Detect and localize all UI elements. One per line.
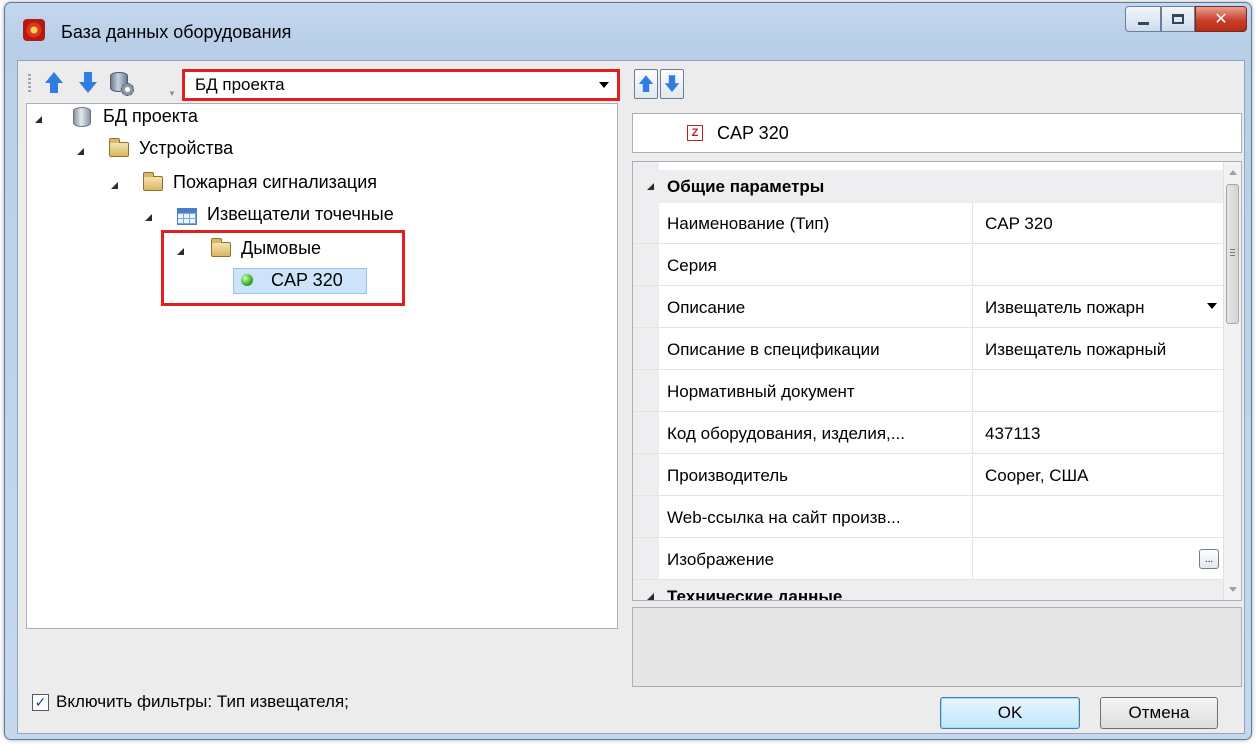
ok-button[interactable]: OK xyxy=(940,697,1080,729)
tree-node-fire-alarm[interactable]: Пожарная сигнализация xyxy=(27,170,587,196)
category-technical[interactable]: Технические данные xyxy=(633,580,1223,601)
filter-bar: ✓ Включить фильтры: Тип извещателя; xyxy=(22,677,622,731)
toolbar-grip[interactable] xyxy=(28,74,31,94)
move-up-button[interactable] xyxy=(40,69,68,97)
database-select-value: БД проекта xyxy=(195,75,285,94)
property-name: Код оборудования, изделия,... xyxy=(667,413,973,454)
arrow-down-icon xyxy=(664,75,680,93)
dialog-client-area: ▼ БД проекта БД проекта Устройства Пожар… xyxy=(17,60,1245,734)
expand-arrow-icon[interactable] xyxy=(647,593,654,600)
arrow-up-icon xyxy=(638,75,654,93)
property-row[interactable]: Код оборудования, изделия,... 437113 xyxy=(633,413,1223,454)
browse-image-button[interactable]: ... xyxy=(1199,549,1219,569)
equipment-database-window: База данных оборудования ✕ ▼ БД проекта … xyxy=(4,2,1252,740)
property-row[interactable]: Описание Извещатель пожарн xyxy=(633,287,1223,328)
category-general[interactable]: Общие параметры xyxy=(633,170,1223,203)
enable-filters-label[interactable]: Включить фильтры: Тип извещателя; xyxy=(56,692,349,712)
property-up-button[interactable] xyxy=(634,69,658,99)
tree-node-devices[interactable]: Устройства xyxy=(27,136,587,162)
property-value[interactable] xyxy=(985,539,1223,580)
property-name: Наименование (Тип) xyxy=(667,203,973,244)
property-value[interactable] xyxy=(985,371,1223,412)
database-settings-button[interactable] xyxy=(108,69,136,97)
close-icon: ✕ xyxy=(1214,11,1228,28)
enable-filters-checkbox[interactable]: ✓ xyxy=(32,694,49,711)
arrow-down-icon xyxy=(79,72,97,94)
database-gear-icon xyxy=(110,70,134,96)
scroll-down-icon[interactable] xyxy=(1229,587,1237,592)
scroll-thumb[interactable] xyxy=(1226,184,1239,324)
minimize-icon xyxy=(1137,21,1149,25)
property-row[interactable]: Нормативный документ xyxy=(633,371,1223,412)
property-row[interactable]: Изображение ... xyxy=(633,539,1223,580)
maximize-button[interactable] xyxy=(1161,6,1195,32)
property-name: Нормативный документ xyxy=(667,371,973,412)
tree-node-point-detectors[interactable]: Извещатели точечные xyxy=(27,202,587,228)
property-row[interactable]: Серия xyxy=(633,245,1223,286)
arrow-up-icon xyxy=(45,72,63,94)
property-row[interactable]: Web-ссылка на сайт произв... xyxy=(633,497,1223,538)
category-title: Общие параметры xyxy=(667,177,825,196)
property-down-button[interactable] xyxy=(660,69,684,99)
category-title: Технические данные xyxy=(667,587,843,601)
grip-icon xyxy=(1230,249,1235,256)
property-name: Производитель xyxy=(667,455,973,496)
property-value[interactable]: Извещатель пожарн xyxy=(985,287,1223,328)
tree-node-label: Извещатели точечные xyxy=(207,204,394,224)
property-name: Web-ссылка на сайт произв... xyxy=(667,497,973,538)
property-name: Описание xyxy=(667,287,973,328)
fire-alarm-app-icon xyxy=(23,19,45,41)
dropdown-arrow-icon[interactable] xyxy=(1207,303,1217,309)
maximize-icon xyxy=(1172,14,1184,24)
left-toolbar: ▼ БД проекта xyxy=(22,65,622,101)
property-name: Изображение xyxy=(667,539,973,580)
highlight-box xyxy=(161,230,405,306)
property-value[interactable] xyxy=(985,497,1223,538)
tree-node-label: Пожарная сигнализация xyxy=(173,172,378,192)
equipment-tree[interactable]: БД проекта Устройства Пожарная сигнализа… xyxy=(26,103,618,629)
database-select[interactable]: БД проекта xyxy=(182,69,620,101)
property-name: Описание в спецификации xyxy=(667,329,973,370)
minimize-button[interactable] xyxy=(1125,6,1161,32)
cancel-button[interactable]: Отмена xyxy=(1100,697,1218,729)
move-down-button[interactable] xyxy=(74,69,102,97)
right-toolbar xyxy=(634,69,694,99)
property-value[interactable]: CAP 320 xyxy=(985,203,1223,244)
selected-item-title: CAP 320 xyxy=(717,123,789,143)
checkmark-icon: ✓ xyxy=(34,694,47,710)
property-grid-scrollbar[interactable] xyxy=(1223,162,1241,600)
tree-node-label: Устройства xyxy=(139,138,234,158)
title-bar[interactable]: База данных оборудования ✕ xyxy=(5,3,1251,59)
tree-node-project-db[interactable]: БД проекта xyxy=(27,104,587,130)
tree-node-label: БД проекта xyxy=(103,106,198,126)
window-title: База данных оборудования xyxy=(61,22,292,42)
detector-type-icon: Z xyxy=(687,125,703,141)
selected-item-header: Z CAP 320 xyxy=(632,113,1242,153)
expand-arrow-icon[interactable] xyxy=(647,183,654,190)
property-row[interactable]: Описание в спецификации Извещатель пожар… xyxy=(633,329,1223,370)
property-value[interactable] xyxy=(985,245,1223,286)
property-value[interactable]: 437113 xyxy=(985,413,1223,454)
toolbar-overflow-icon[interactable]: ▼ xyxy=(168,89,176,98)
close-button[interactable]: ✕ xyxy=(1195,6,1247,32)
property-value[interactable]: Извещатель пожарный xyxy=(985,329,1223,370)
property-row[interactable]: Производитель Cooper, США xyxy=(633,455,1223,496)
property-grid[interactable]: Общие параметры Наименование (Тип) CAP 3… xyxy=(632,161,1242,601)
property-row[interactable]: Наименование (Тип) CAP 320 xyxy=(633,203,1223,244)
dropdown-arrow-icon[interactable] xyxy=(599,82,609,88)
property-description-panel xyxy=(632,607,1242,687)
scroll-up-icon[interactable] xyxy=(1229,170,1237,175)
property-value[interactable]: Cooper, США xyxy=(985,455,1223,496)
property-name: Серия xyxy=(667,245,973,286)
